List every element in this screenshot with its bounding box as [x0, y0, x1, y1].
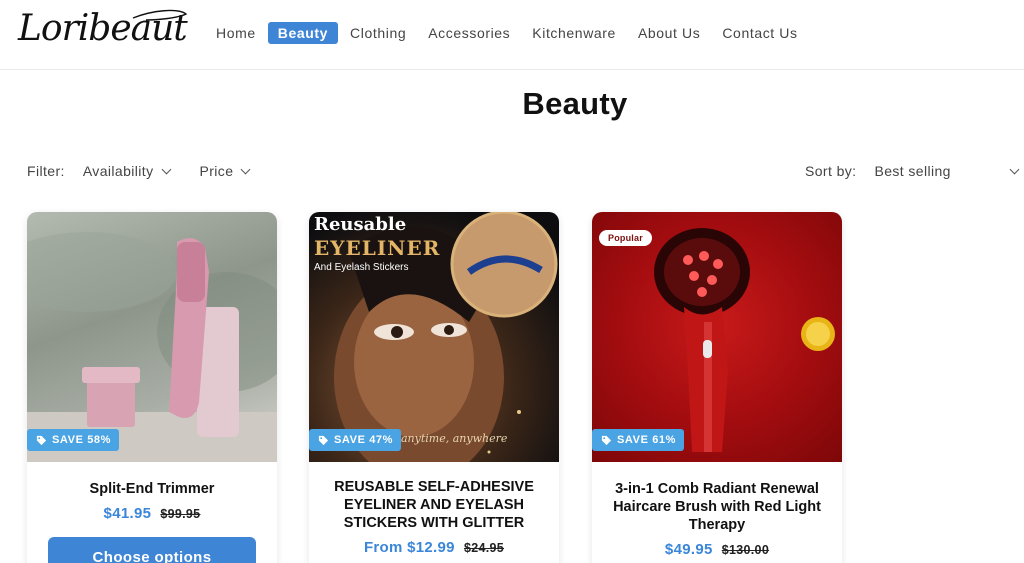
sort-selected-value: Best selling	[874, 163, 951, 179]
price-row: From $12.99 $24.95	[309, 539, 559, 556]
nav-about-us[interactable]: About Us	[628, 22, 710, 44]
choose-options-button[interactable]: Choose options	[48, 537, 256, 563]
product-info: Split-End Trimmer $41.95 $99.95 Choose o…	[27, 462, 277, 563]
product-price: From $12.99	[363, 539, 455, 556]
trimmer-image	[27, 232, 277, 462]
image-subheading: EYELINER	[314, 236, 441, 260]
chevron-down-icon	[240, 164, 251, 174]
nav-accessories[interactable]: Accessories	[418, 22, 520, 44]
product-compare-price: $99.95	[160, 507, 201, 521]
sort-bar: Sort by: Best selling	[805, 160, 1020, 182]
logo-swash-icon	[132, 9, 188, 21]
sort-label: Sort by:	[805, 163, 857, 179]
save-badge-text: SAVE 61%	[617, 434, 677, 446]
page-title: Beauty	[522, 86, 628, 121]
nav-clothing[interactable]: Clothing	[340, 22, 416, 44]
product-title[interactable]: Split-End Trimmer	[27, 480, 277, 498]
image-heading: Reusable	[314, 214, 407, 235]
sort-select[interactable]: Best selling	[874, 163, 1020, 179]
price-row: $41.95 $99.95	[27, 505, 277, 522]
nav-home[interactable]: Home	[206, 22, 266, 44]
filter-bar: Filter: Availability Price	[27, 160, 279, 182]
product-image[interactable]: Popular SAVE 61%	[592, 212, 842, 462]
product-price: $41.95	[103, 505, 152, 522]
product-compare-price: $24.95	[463, 541, 505, 555]
tag-icon	[36, 435, 47, 445]
product-compare-price: $130.00	[721, 543, 770, 557]
product-info: 3-in-1 Comb Radiant Renewal Haircare Bru…	[592, 462, 842, 558]
main-nav: Home Beauty Clothing Accessories Kitchen…	[206, 22, 810, 44]
product-card[interactable]: Reusable EYELINER And Eyelash Stickers a…	[309, 212, 559, 563]
availability-filter-label: Availability	[82, 163, 154, 179]
save-badge: SAVE 47%	[309, 429, 402, 451]
chevron-down-icon	[161, 164, 171, 174]
product-price: $49.95	[664, 541, 713, 558]
product-image[interactable]: SAVE 58%	[27, 212, 277, 462]
availability-filter[interactable]: Availability	[82, 163, 171, 179]
price-filter[interactable]: Price	[199, 163, 251, 179]
hair-brush-image	[654, 228, 835, 452]
save-badge: SAVE 61%	[592, 429, 685, 451]
tag-icon	[601, 435, 612, 445]
product-info: REUSABLE SELF-ADHESIVE EYELINER AND EYEL…	[309, 462, 559, 556]
nav-kitchenware[interactable]: Kitchenware	[522, 22, 626, 44]
price-row: $49.95 $130.00	[592, 541, 842, 558]
site-header: Loribeaut Home Beauty Clothing Accessori…	[0, 0, 1024, 70]
save-badge-text: SAVE 58%	[52, 434, 112, 446]
tag-icon	[318, 435, 329, 445]
product-card[interactable]: SAVE 58% Split-End Trimmer $41.95 $99.95…	[27, 212, 277, 563]
save-badge: SAVE 58%	[27, 429, 120, 451]
popular-badge: Popular	[599, 230, 652, 246]
product-card[interactable]: Popular SAVE 61% 3-in-1 Comb Radiant Ren…	[592, 212, 842, 563]
nav-contact-us[interactable]: Contact Us	[712, 22, 807, 44]
chevron-down-icon	[1010, 164, 1020, 174]
nav-beauty[interactable]: Beauty	[267, 22, 339, 44]
image-caption: And Eyelash Stickers	[314, 262, 409, 273]
product-title[interactable]: 3-in-1 Comb Radiant Renewal Haircare Bru…	[592, 480, 842, 534]
product-title[interactable]: REUSABLE SELF-ADHESIVE EYELINER AND EYEL…	[309, 478, 559, 532]
filter-label: Filter:	[27, 163, 65, 179]
product-image[interactable]: Reusable EYELINER And Eyelash Stickers a…	[309, 212, 559, 462]
price-filter-label: Price	[199, 163, 234, 179]
save-badge-text: SAVE 47%	[334, 434, 394, 446]
image-tagline: anytime, anywhere	[401, 432, 508, 445]
